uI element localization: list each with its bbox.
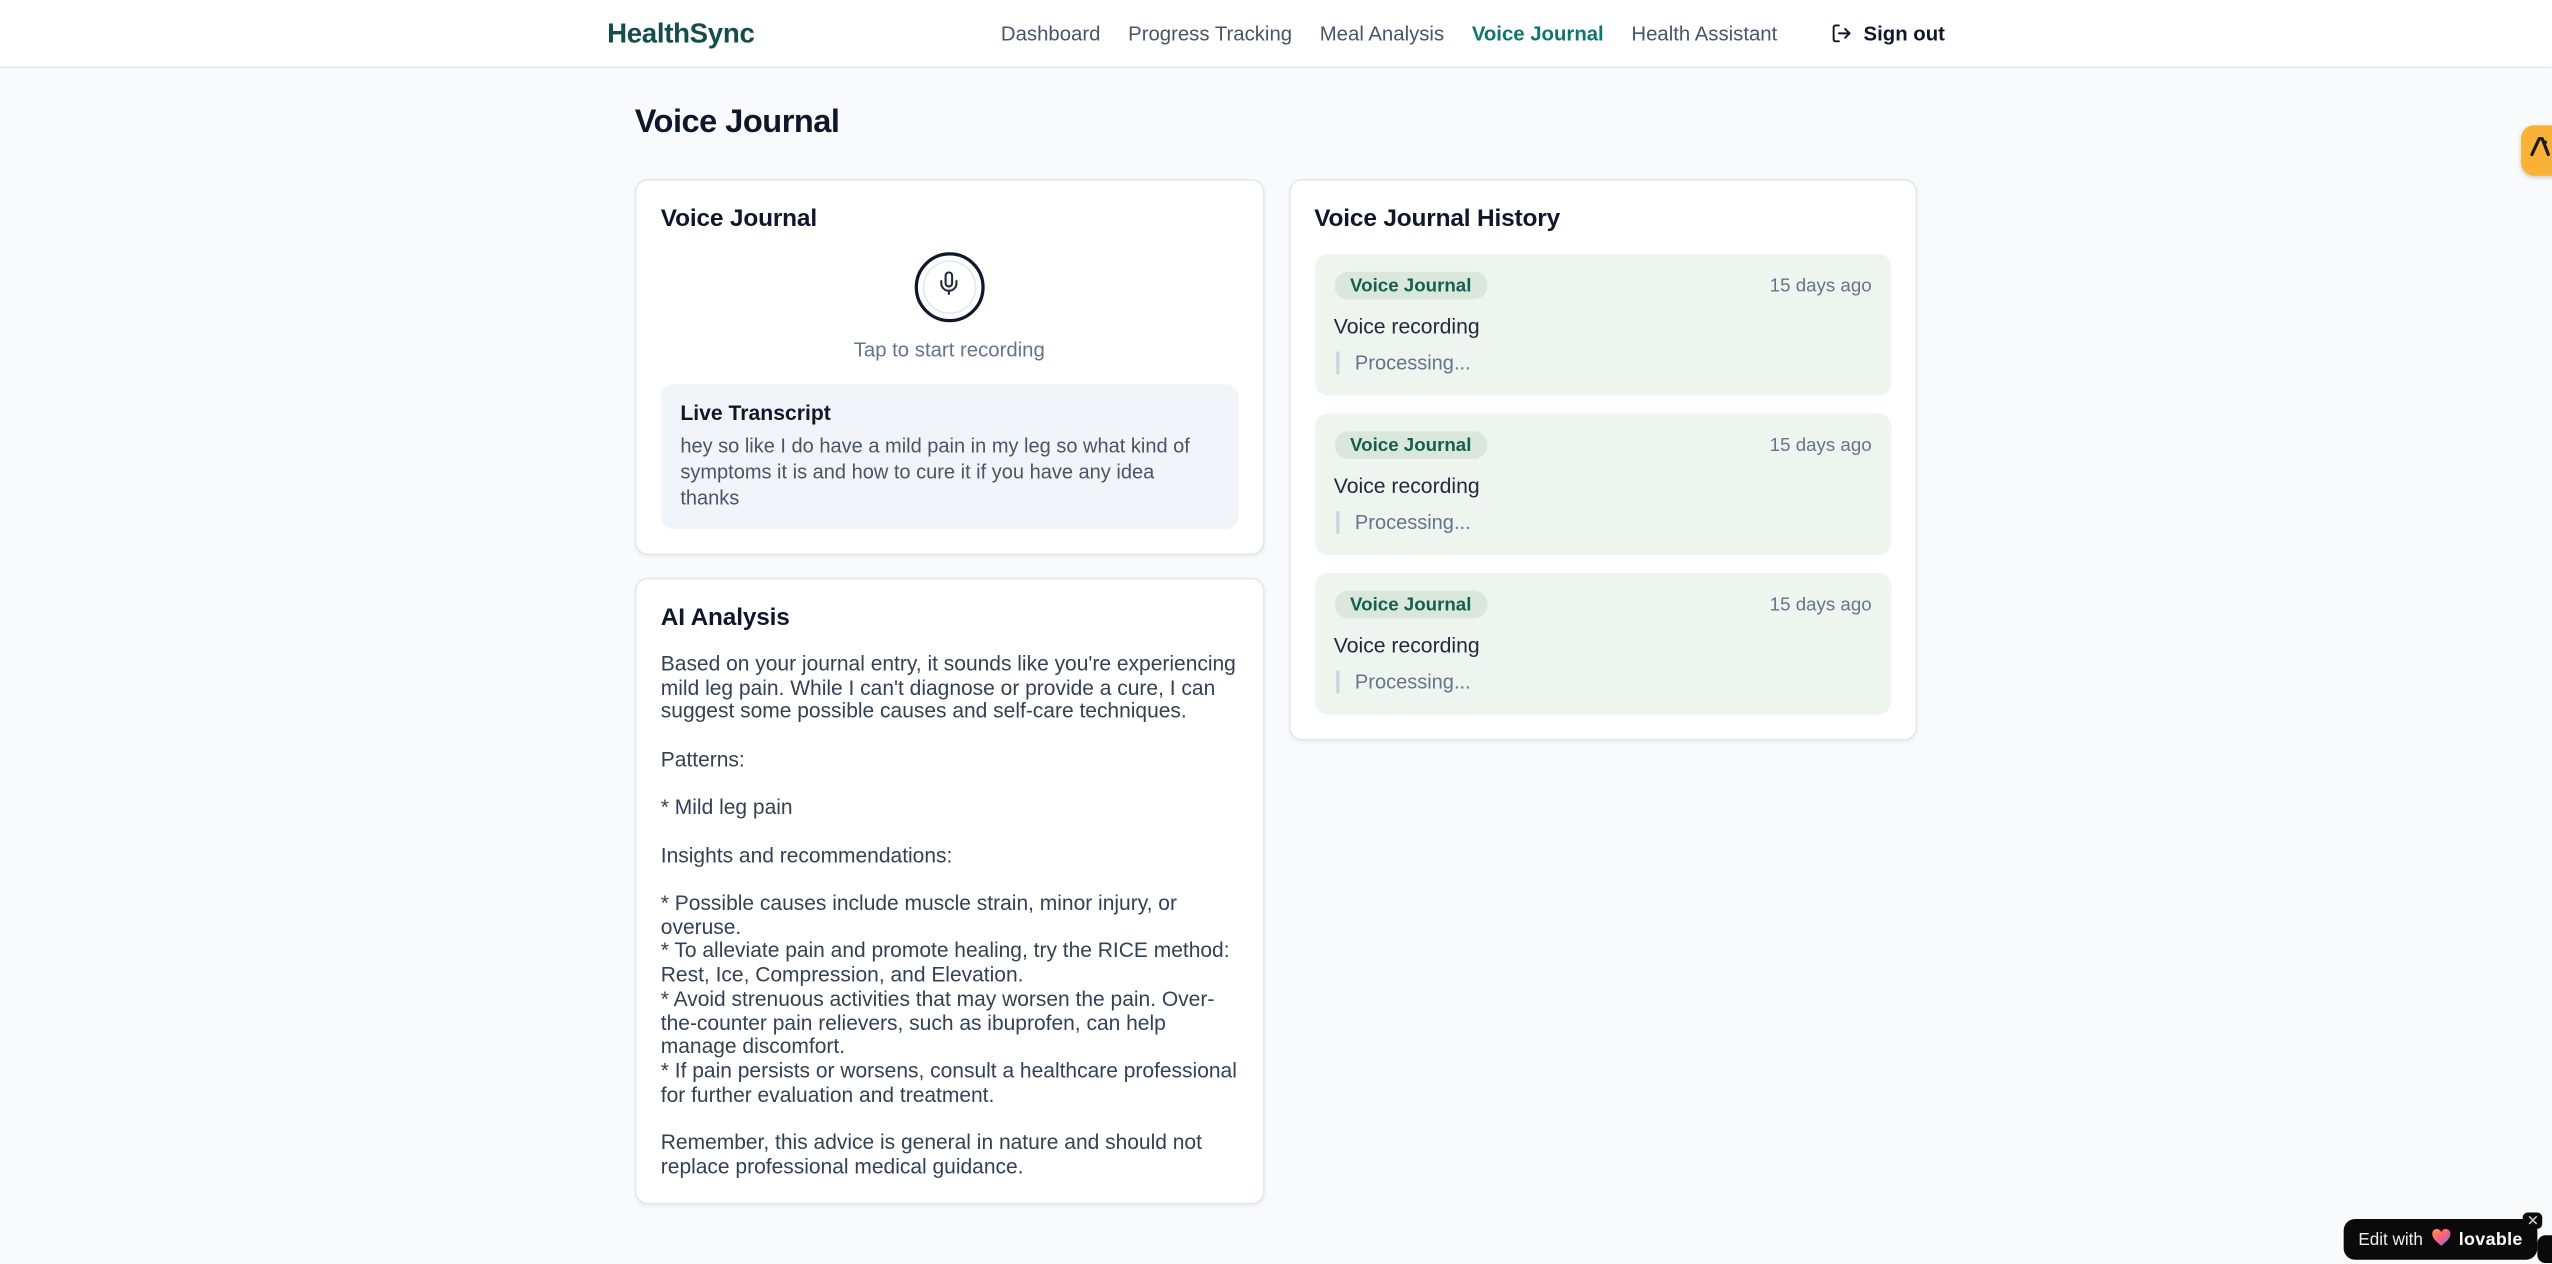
side-feedback-widget[interactable] xyxy=(2521,125,2552,176)
nav-item-meal-analysis[interactable]: Meal Analysis xyxy=(1320,22,1444,45)
entry-timestamp: 15 days ago xyxy=(1769,435,1872,455)
history-list: Voice Journal 15 days ago Voice recordin… xyxy=(1314,253,1892,715)
recorder-card-title: Voice Journal xyxy=(660,205,817,233)
entry-timestamp: 15 days ago xyxy=(1769,594,1872,615)
history-card-title: Voice Journal History xyxy=(1314,205,1561,233)
main-content: Voice Journal Voice Journal Tap to start… xyxy=(609,68,1944,1206)
edit-with-lovable-badge[interactable]: Edit with lovable ✕ xyxy=(2343,1212,2543,1260)
close-icon[interactable]: ✕ xyxy=(2523,1212,2543,1229)
live-transcript-text: hey so like I do have a mild pain in my … xyxy=(680,434,1190,510)
nav-item-dashboard[interactable]: Dashboard xyxy=(1001,22,1101,45)
entry-label: Voice recording xyxy=(1333,473,1480,499)
page-title: Voice Journal xyxy=(634,104,840,140)
tap-to-record-hint: Tap to start recording xyxy=(853,338,1045,362)
live-transcript-box: Live Transcript hey so like I do have a … xyxy=(660,384,1238,529)
entry-status: Processing... xyxy=(1335,351,1871,375)
entry-label: Voice recording xyxy=(1333,633,1480,658)
sign-out-button[interactable]: Sign out xyxy=(1831,22,1945,45)
entry-status: Processing... xyxy=(1335,670,1871,694)
brand-a-icon xyxy=(2528,134,2552,167)
live-transcript-title: Live Transcript xyxy=(680,400,831,425)
app-root: HealthSync Dashboard Progress Tracking M… xyxy=(0,0,2552,1264)
log-out-icon xyxy=(1831,23,1852,44)
sign-out-label: Sign out xyxy=(1863,21,1945,45)
nav-item-progress-tracking[interactable]: Progress Tracking xyxy=(1128,22,1292,45)
nav-item-health-assistant[interactable]: Health Assistant xyxy=(1631,22,1777,45)
entry-type-badge: Voice Journal xyxy=(1333,431,1488,459)
voice-journal-history-card: Voice Journal History Voice Journal 15 d… xyxy=(1288,179,1918,741)
ai-analysis-title: AI Analysis xyxy=(660,603,790,632)
entry-type-badge: Voice Journal xyxy=(1333,271,1488,300)
ai-analysis-card: AI Analysis Based on your journal entry,… xyxy=(634,577,1264,1206)
ai-analysis-body: Based on your journal entry, it sounds l… xyxy=(660,650,1237,1178)
lovable-badge-prefix: Edit with xyxy=(2358,1229,2423,1250)
header: HealthSync Dashboard Progress Tracking M… xyxy=(0,0,2552,69)
history-entry[interactable]: Voice Journal 15 days ago Voice recordin… xyxy=(1314,572,1892,715)
entry-label: Voice recording xyxy=(1333,314,1480,339)
heart-icon xyxy=(2431,1225,2451,1254)
history-entry[interactable]: Voice Journal 15 days ago Voice recordin… xyxy=(1314,253,1892,396)
microphone-icon xyxy=(936,270,962,304)
record-button[interactable] xyxy=(914,252,985,323)
corner-widget-chip[interactable] xyxy=(2537,1235,2552,1263)
top-nav: Dashboard Progress Tracking Meal Analysi… xyxy=(1001,22,1945,45)
nav-item-voice-journal[interactable]: Voice Journal xyxy=(1472,22,1604,45)
entry-status: Processing... xyxy=(1335,511,1871,534)
app-logo[interactable]: HealthSync xyxy=(607,17,755,50)
voice-recorder-card: Voice Journal Tap to start recording Liv… xyxy=(634,179,1264,555)
history-entry[interactable]: Voice Journal 15 days ago Voice recordin… xyxy=(1314,413,1892,555)
lovable-badge-brand: lovable xyxy=(2458,1229,2523,1250)
entry-type-badge: Voice Journal xyxy=(1333,590,1488,619)
entry-timestamp: 15 days ago xyxy=(1769,275,1872,296)
